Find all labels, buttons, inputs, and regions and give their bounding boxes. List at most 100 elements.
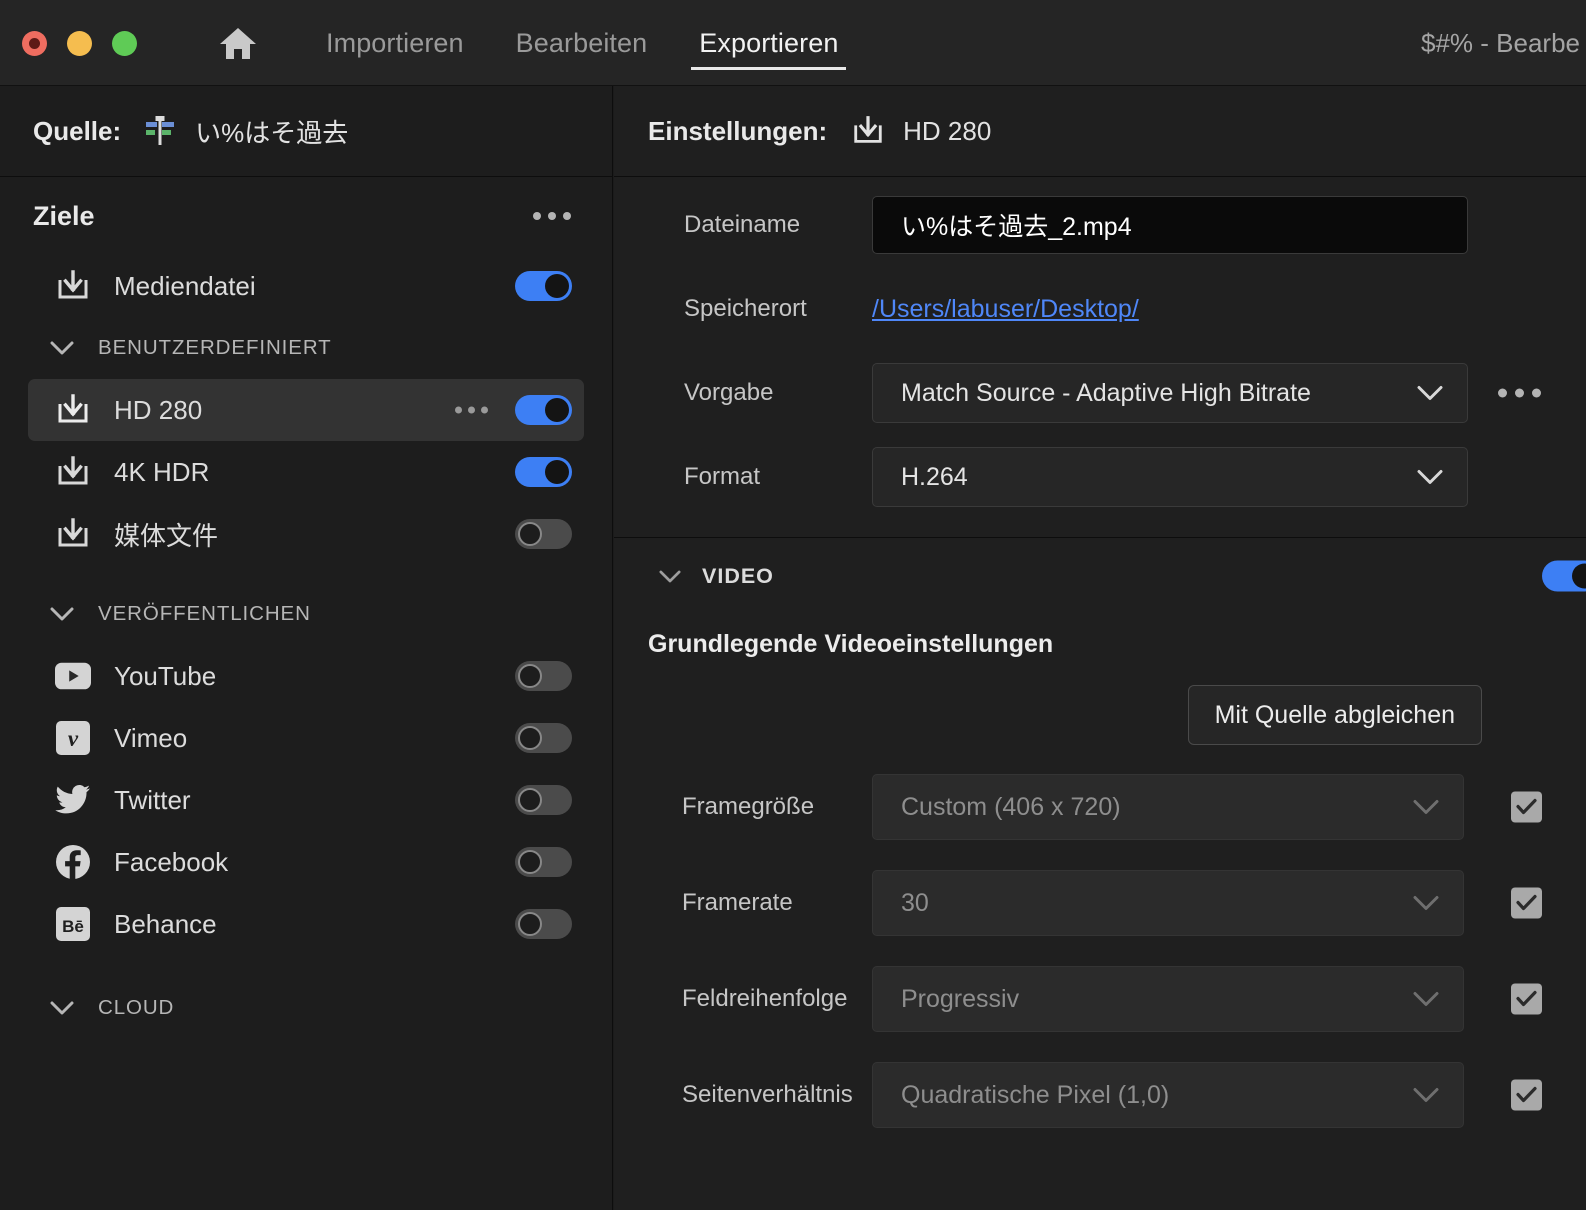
- field-row-framerate: Framerate 30: [614, 855, 1586, 951]
- chevron-down-icon: [50, 996, 74, 1020]
- field-row-framegroesse: Framegröße Custom (406 x 720): [614, 759, 1586, 855]
- video-section: VIDEO Grundlegende Videoeinstellungen Mi…: [614, 538, 1586, 1143]
- tab-bearbeiten[interactable]: Bearbeiten: [490, 0, 674, 86]
- destination-row-hd-280[interactable]: HD 280: [28, 379, 584, 441]
- group-title: BENUTZERDEFINIERT: [98, 336, 332, 359]
- destination-label: 媒体文件: [114, 520, 219, 551]
- field-row-format: Format H.264: [614, 435, 1586, 519]
- source-name: い%はそ過去: [195, 117, 349, 148]
- destination-toggle[interactable]: [515, 661, 572, 691]
- close-button[interactable]: [22, 31, 47, 56]
- chevron-down-icon: [1413, 985, 1439, 1014]
- destination-row-facebook[interactable]: Facebook: [28, 831, 584, 893]
- field-label: Seitenverhältnis: [682, 1081, 853, 1108]
- chevron-down-icon: [1413, 889, 1439, 918]
- destination-row-mediendatei[interactable]: Mediendatei: [28, 255, 584, 317]
- destination-label: 4K HDR: [114, 456, 210, 487]
- destination-toggle[interactable]: [515, 519, 572, 549]
- destination-toggle[interactable]: [515, 457, 572, 487]
- fieldorder-checkbox[interactable]: [1511, 983, 1542, 1015]
- download-icon: [851, 114, 885, 148]
- field-label: Dateiname: [684, 211, 801, 238]
- destination-toggle[interactable]: [515, 847, 572, 877]
- chevron-down-icon: [1413, 1081, 1439, 1110]
- more-options-icon[interactable]: [1498, 388, 1541, 398]
- format-dropdown[interactable]: H.264: [872, 447, 1468, 507]
- framerate-dropdown[interactable]: 30: [872, 870, 1464, 936]
- chevron-down-icon: [50, 336, 74, 360]
- video-subheading: Grundlegende Videoeinstellungen: [648, 630, 1054, 658]
- group-header-cloud[interactable]: CLOUD: [0, 977, 612, 1039]
- group-header-veroeffentlichen[interactable]: VERÖFFENTLICHEN: [0, 583, 612, 645]
- sequence-icon: [143, 114, 177, 148]
- window-controls: [22, 31, 137, 56]
- aspectratio-dropdown[interactable]: Quadratische Pixel (1,0): [872, 1062, 1464, 1128]
- minimize-button[interactable]: [67, 31, 92, 56]
- title-bar: Importieren Bearbeiten Exportieren $#% -…: [0, 0, 1586, 86]
- field-label: Feldreihenfolge: [682, 985, 848, 1012]
- more-options-icon[interactable]: [455, 406, 488, 414]
- more-options-icon[interactable]: [525, 204, 579, 228]
- field-label: Vorgabe: [684, 379, 774, 406]
- destinations-panel: Quelle: い%はそ過去 Ziele Mediendatei BENUTZE…: [0, 86, 613, 1210]
- destination-row-4k-hdr[interactable]: 4K HDR: [28, 441, 584, 503]
- settings-preset-name: HD 280: [903, 115, 992, 146]
- destination-toggle[interactable]: [515, 271, 572, 301]
- video-section-header[interactable]: VIDEO: [614, 538, 1586, 614]
- source-label: Quelle:: [33, 115, 122, 146]
- location-link[interactable]: /Users/labuser/Desktop/: [872, 295, 1139, 323]
- settings-form: Dateiname い%はそ過去_2.mp4 Speicherort /User…: [614, 177, 1586, 538]
- field-label: Speicherort: [684, 295, 807, 322]
- destinations-list: Mediendatei BENUTZERDEFINIERT HD 280 4K …: [0, 255, 612, 1039]
- chevron-down-icon: [1417, 463, 1443, 492]
- download-icon: [50, 392, 96, 428]
- group-header-benutzerdefiniert[interactable]: BENUTZERDEFINIERT: [0, 317, 612, 379]
- behance-icon: Bē: [50, 907, 96, 941]
- video-section-toggle[interactable]: [1542, 560, 1586, 592]
- aspectratio-checkbox[interactable]: [1511, 1079, 1542, 1111]
- download-icon: [50, 516, 96, 552]
- settings-bar: Einstellungen: HD 280: [614, 86, 1586, 177]
- destination-row-twitter[interactable]: Twitter: [28, 769, 584, 831]
- destination-label: Twitter: [114, 784, 191, 815]
- match-source-row: Mit Quelle abgleichen: [614, 659, 1586, 759]
- tab-importieren[interactable]: Importieren: [300, 0, 490, 86]
- home-button[interactable]: [213, 20, 263, 66]
- chevron-down-icon: [50, 602, 74, 626]
- framerate-checkbox[interactable]: [1511, 887, 1542, 919]
- youtube-icon: [50, 658, 96, 694]
- maximize-button[interactable]: [112, 31, 137, 56]
- field-row-feldreihenfolge: Feldreihenfolge Progressiv: [614, 951, 1586, 1047]
- destination-toggle[interactable]: [515, 723, 572, 753]
- preset-dropdown[interactable]: Match Source - Adaptive High Bitrate: [872, 363, 1468, 423]
- fieldorder-dropdown[interactable]: Progressiv: [872, 966, 1464, 1032]
- main-nav-tabs: Importieren Bearbeiten Exportieren: [300, 0, 864, 86]
- destination-toggle[interactable]: [515, 395, 572, 425]
- field-label: Framegröße: [682, 793, 815, 820]
- chevron-down-icon: [1417, 379, 1443, 408]
- destination-label: Facebook: [114, 846, 229, 877]
- download-icon: [50, 454, 96, 490]
- settings-panel: Einstellungen: HD 280 Dateiname い%はそ過去_2…: [614, 86, 1586, 1210]
- destination-row-media-file-cn[interactable]: 媒体文件: [28, 503, 584, 565]
- framesize-checkbox[interactable]: [1511, 791, 1542, 823]
- destination-toggle[interactable]: [515, 785, 572, 815]
- destination-row-behance[interactable]: Bē Behance: [28, 893, 584, 955]
- svg-text:v: v: [68, 726, 79, 751]
- filename-input[interactable]: い%はそ過去_2.mp4: [872, 196, 1468, 254]
- destination-toggle[interactable]: [515, 909, 572, 939]
- home-icon: [218, 25, 258, 61]
- destination-row-youtube[interactable]: YouTube: [28, 645, 584, 707]
- destination-row-vimeo[interactable]: v Vimeo: [28, 707, 584, 769]
- match-source-button[interactable]: Mit Quelle abgleichen: [1187, 685, 1482, 745]
- field-row-seitenverhaeltnis: Seitenverhältnis Quadratische Pixel (1,0…: [614, 1047, 1586, 1143]
- destination-label: Mediendatei: [114, 270, 256, 301]
- framesize-dropdown[interactable]: Custom (406 x 720): [872, 774, 1464, 840]
- field-label: Framerate: [682, 889, 793, 916]
- twitter-icon: [50, 784, 96, 816]
- chevron-down-icon: [1413, 793, 1439, 822]
- field-row-speicherort: Speicherort /Users/labuser/Desktop/: [614, 267, 1586, 351]
- facebook-icon: [50, 844, 96, 880]
- tab-exportieren[interactable]: Exportieren: [673, 0, 864, 86]
- destination-label: Vimeo: [114, 722, 188, 753]
